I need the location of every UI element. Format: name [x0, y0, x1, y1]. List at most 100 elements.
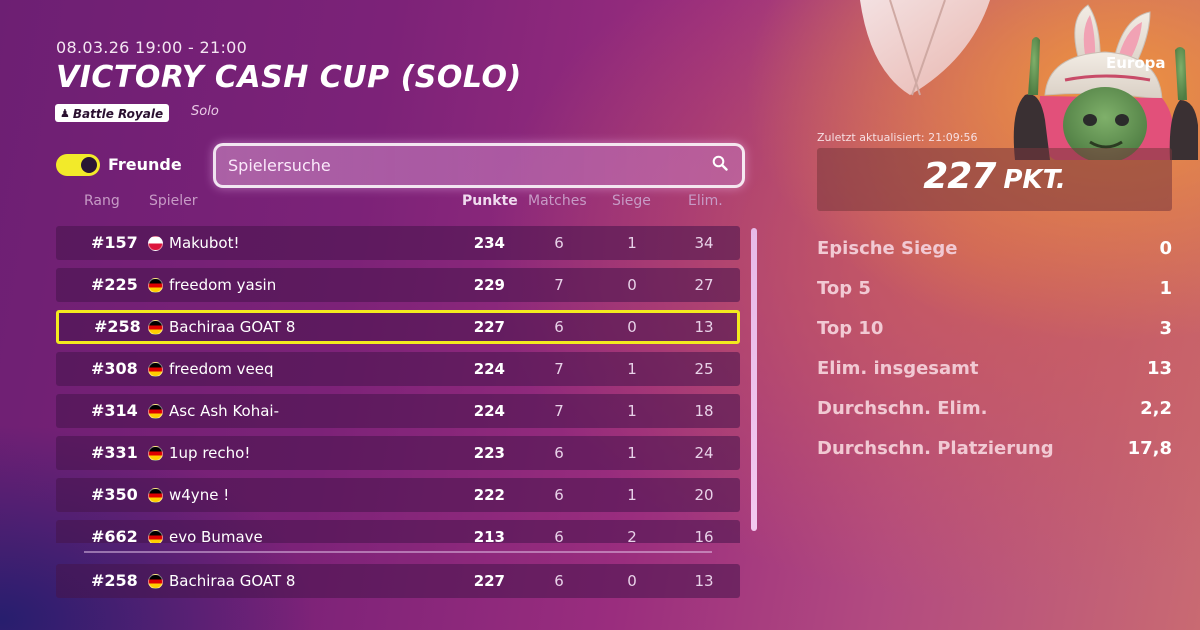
- row-matches: 6: [554, 234, 564, 252]
- friends-toggle-label: Freunde: [108, 155, 182, 174]
- table-scrollbar[interactable]: [751, 228, 757, 531]
- row-player: evo Bumave: [169, 528, 263, 543]
- stat-value: 2,2: [1140, 398, 1172, 419]
- stat-label: Top 10: [817, 318, 884, 339]
- row-matches: 7: [554, 360, 564, 378]
- row-elims: 13: [694, 318, 714, 336]
- table-row[interactable]: #331 1up recho! 223 6 1 24: [56, 436, 740, 470]
- row-wins: 1: [627, 444, 637, 462]
- row-points: 223: [473, 444, 505, 462]
- row-elims: 18: [694, 402, 714, 420]
- row-player: freedom veeq: [169, 360, 274, 378]
- row-player: freedom yasin: [169, 276, 277, 294]
- stat-label: Durchschn. Platzierung: [817, 438, 1054, 459]
- flag-de-icon: [148, 320, 163, 335]
- row-player: Asc Ash Kohai-: [169, 402, 279, 420]
- row-rank: #314: [91, 401, 138, 420]
- row-elims: 13: [694, 572, 714, 590]
- row-points: 224: [473, 360, 505, 378]
- header-wins[interactable]: Siege: [612, 193, 651, 209]
- row-rank: #258: [94, 317, 141, 336]
- friends-toggle[interactable]: [56, 154, 100, 176]
- row-elims: 25: [694, 360, 714, 378]
- row-rank: #662: [91, 527, 138, 543]
- row-matches: 6: [554, 486, 564, 504]
- stat-label: Durchschn. Elim.: [817, 398, 988, 419]
- row-elims: 24: [694, 444, 714, 462]
- table-row[interactable]: #225 freedom yasin 229 7 0 27: [56, 268, 740, 302]
- row-matches: 7: [554, 276, 564, 294]
- pinned-own-row[interactable]: #258 Bachiraa GOAT 8 227 6 0 13: [56, 564, 740, 598]
- row-wins: 2: [627, 528, 637, 543]
- stat-avg-elims: Durchschn. Elim. 2,2: [817, 396, 1172, 436]
- stat-value: 17,8: [1127, 438, 1172, 459]
- toggle-knob: [81, 157, 97, 173]
- table-row[interactable]: #662 evo Bumave 213 6 2 16: [56, 520, 740, 543]
- table-row[interactable]: #157 Makubot! 234 6 1 34: [56, 226, 740, 260]
- last-updated: Zuletzt aktualisiert: 21:09:56: [817, 131, 978, 144]
- flag-de-icon: [148, 362, 163, 377]
- table-header: Rang Spieler Punkte Matches Siege Elim.: [0, 193, 760, 211]
- search-input[interactable]: [228, 154, 698, 176]
- stat-value: 1: [1159, 278, 1172, 299]
- stat-top10: Top 10 3: [817, 316, 1172, 356]
- event-date: 08.03.26 19:00 - 21:00: [56, 38, 248, 57]
- stat-label: Top 5: [817, 278, 871, 299]
- search-icon[interactable]: [712, 155, 728, 171]
- row-matches: 6: [554, 572, 564, 590]
- row-wins: 0: [627, 318, 637, 336]
- row-rank: #350: [91, 485, 138, 504]
- flag-de-icon: [148, 574, 163, 589]
- row-rank: #258: [91, 571, 138, 590]
- row-matches: 6: [554, 444, 564, 462]
- row-matches: 7: [554, 402, 564, 420]
- pinned-divider: [84, 551, 712, 553]
- row-points: 222: [473, 486, 505, 504]
- score-value: 227: [923, 156, 996, 197]
- mode-badge: ♟ Battle Royale: [55, 104, 170, 122]
- mode-type: Solo: [191, 104, 219, 119]
- stat-top5: Top 5 1: [817, 276, 1172, 316]
- row-wins: 0: [627, 572, 637, 590]
- header-matches[interactable]: Matches: [528, 193, 587, 209]
- leaderboard-table: #157 Makubot! 234 6 1 34 #225 freedom ya…: [56, 226, 740, 543]
- flag-de-icon: [148, 404, 163, 419]
- row-player: Bachiraa GOAT 8: [169, 318, 296, 336]
- row-rank: #331: [91, 443, 138, 462]
- player-search[interactable]: [213, 143, 745, 188]
- battle-royale-icon: ♟: [60, 107, 70, 120]
- row-player: Makubot!: [169, 234, 240, 252]
- row-elims: 34: [694, 234, 714, 252]
- table-row[interactable]: #308 freedom veeq 224 7 1 25: [56, 352, 740, 386]
- table-row-highlighted[interactable]: #258 Bachiraa GOAT 8 227 6 0 13: [56, 310, 740, 344]
- stat-avg-placement: Durchschn. Platzierung 17,8: [817, 436, 1172, 476]
- stat-label: Epische Siege: [817, 238, 958, 259]
- row-matches: 6: [554, 318, 564, 336]
- row-points: 227: [473, 572, 505, 590]
- region-label: Europa: [1106, 54, 1166, 72]
- table-row[interactable]: #314 Asc Ash Kohai- 224 7 1 18: [56, 394, 740, 428]
- stat-total-elims: Elim. insgesamt 13: [817, 356, 1172, 396]
- event-title: VICTORY CASH CUP (SOLO): [56, 60, 522, 95]
- stats-list: Epische Siege 0 Top 5 1 Top 10 3 Elim. i…: [817, 236, 1172, 476]
- header-points[interactable]: Punkte: [462, 193, 518, 209]
- row-wins: 0: [627, 276, 637, 294]
- flag-de-icon: [148, 446, 163, 461]
- row-wins: 1: [627, 360, 637, 378]
- row-points: 234: [473, 234, 505, 252]
- mode-badge-label: Battle Royale: [72, 106, 164, 121]
- scrollbar-thumb[interactable]: [751, 228, 757, 531]
- header-rank: Rang: [84, 193, 120, 209]
- row-rank: #225: [91, 275, 138, 294]
- row-matches: 6: [554, 528, 564, 543]
- table-row[interactable]: #350 w4yne ! 222 6 1 20: [56, 478, 740, 512]
- row-elims: 27: [694, 276, 714, 294]
- header-player: Spieler: [149, 193, 198, 209]
- header-elims[interactable]: Elim.: [688, 193, 723, 209]
- flag-de-icon: [148, 488, 163, 503]
- row-points: 229: [473, 276, 505, 294]
- row-wins: 1: [627, 402, 637, 420]
- row-elims: 16: [694, 528, 714, 543]
- flag-de-icon: [148, 530, 163, 543]
- row-wins: 1: [627, 486, 637, 504]
